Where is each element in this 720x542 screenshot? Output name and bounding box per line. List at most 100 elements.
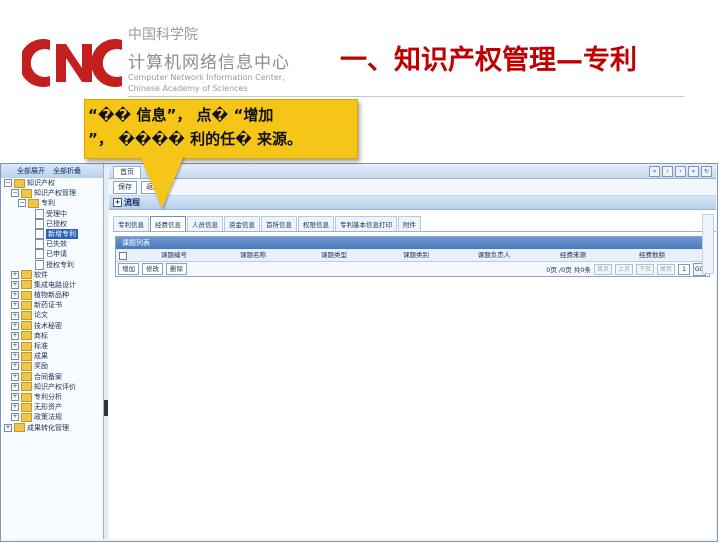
tree-item[interactable]: 受理中 xyxy=(4,208,103,219)
next-page-button[interactable]: 下页 xyxy=(635,263,654,275)
folder-icon xyxy=(14,423,25,433)
grid-column-header[interactable]: 经费数额 xyxy=(613,249,691,261)
grid-column-header[interactable]: 课题负责人 xyxy=(455,249,533,261)
section-header[interactable]: + 流程 xyxy=(109,196,716,210)
tree-item[interactable]: 授权专利 xyxy=(4,259,103,270)
tree-item[interactable]: + 商标 xyxy=(4,331,103,341)
tree-item[interactable]: + 新药证书 xyxy=(4,300,103,310)
tree-item-label: 商标 xyxy=(34,331,48,340)
prev-tab-icon[interactable]: ‹ xyxy=(662,166,673,177)
tree-item[interactable]: + 集成电路设计 xyxy=(4,280,103,290)
document-icon xyxy=(35,218,44,229)
tree-item-label: 成果转化管理 xyxy=(27,423,69,432)
tree-item[interactable]: + 无形资产 xyxy=(4,402,103,412)
tree-item[interactable]: + 植物新品种 xyxy=(4,290,103,300)
tree-item[interactable]: − 专利 xyxy=(4,198,103,208)
tree-item[interactable]: + 专利分析 xyxy=(4,392,103,402)
tree-item-label: 知识产权 xyxy=(27,179,55,187)
tree-item[interactable]: + 成果转化管理 xyxy=(4,423,103,433)
grid-column-header[interactable]: 经费来源 xyxy=(533,249,613,261)
expand-icon[interactable]: + xyxy=(11,270,19,279)
org-center-name: 计算机网络信息中心 xyxy=(128,53,290,73)
last-page-button[interactable]: 尾页 xyxy=(656,263,675,275)
subtab[interactable]: 权限信息 xyxy=(298,216,334,231)
tab-home[interactable]: 首页 xyxy=(113,166,141,178)
collapse-icon[interactable]: − xyxy=(18,199,26,208)
subtab[interactable]: 首所信息 xyxy=(261,216,297,231)
tree-item[interactable]: + 奖励 xyxy=(4,361,103,371)
tree-item[interactable]: 已失效 xyxy=(4,239,103,250)
expand-all-button[interactable]: 全部展开 xyxy=(17,164,45,178)
first-tab-icon[interactable]: « xyxy=(649,166,660,177)
folder-icon xyxy=(21,311,32,321)
tree-item[interactable]: − 知识产权管理 xyxy=(4,188,103,198)
grid-column-header[interactable]: 课题编号 xyxy=(133,249,215,261)
select-all-checkbox[interactable] xyxy=(119,252,127,260)
tree-item[interactable]: + 软件 xyxy=(4,270,103,280)
subtab[interactable]: 人员信息 xyxy=(187,216,223,231)
folder-icon xyxy=(21,372,32,382)
sidebar-splitter[interactable] xyxy=(104,164,108,539)
tree-item[interactable]: + 标准 xyxy=(4,341,103,351)
expand-icon[interactable]: + xyxy=(11,362,19,371)
tree-item[interactable]: + 知识产权评价 xyxy=(4,382,103,392)
vertical-scrollbar[interactable] xyxy=(702,214,714,274)
tree-item-label: 技术秘密 xyxy=(34,321,62,330)
expand-icon[interactable]: + xyxy=(4,423,12,432)
expand-icon[interactable]: + xyxy=(11,311,19,320)
expand-icon[interactable]: + xyxy=(11,393,19,402)
form-toolbar: 保存 返回 xyxy=(109,179,716,196)
edit-button[interactable]: 修改 xyxy=(142,263,163,275)
next-tab-icon[interactable]: › xyxy=(675,166,686,177)
expand-icon[interactable]: + xyxy=(11,280,19,289)
refresh-icon[interactable]: ↻ xyxy=(701,166,712,177)
first-page-button[interactable]: 首页 xyxy=(593,263,612,275)
tree-item[interactable]: + 论文 xyxy=(4,310,103,321)
tree-item[interactable]: − 知识产权 xyxy=(4,178,103,188)
tree-item[interactable]: 已申请 xyxy=(4,249,103,260)
grid-column-header[interactable]: 课题类别 xyxy=(377,249,455,261)
grid-column-header[interactable]: 课题名称 xyxy=(215,249,291,261)
expand-icon[interactable]: + xyxy=(11,372,19,381)
tree-item-label: 成果 xyxy=(34,352,48,361)
document-icon xyxy=(35,208,44,219)
save-button[interactable]: 保存 xyxy=(113,180,137,194)
splitter-handle[interactable] xyxy=(104,400,108,416)
tree-item[interactable]: 已授权 xyxy=(4,218,103,229)
tree-item[interactable]: 新增专利 xyxy=(4,228,103,240)
section-title: 流程 xyxy=(124,198,140,207)
delete-button[interactable]: 删除 xyxy=(166,263,187,275)
subtab[interactable]: 资金信息 xyxy=(224,216,260,231)
collapse-icon[interactable]: − xyxy=(11,189,19,198)
expand-icon[interactable]: + xyxy=(11,352,19,361)
page-number-input[interactable]: 1 xyxy=(678,263,690,275)
subtab[interactable]: 经费信息 xyxy=(150,216,186,231)
expand-icon[interactable]: + xyxy=(11,342,19,351)
grid-column-header[interactable]: 课题类型 xyxy=(291,249,377,261)
tree-item-label: 集成电路设计 xyxy=(34,280,76,289)
subtab[interactable]: 专利信息 xyxy=(113,216,149,231)
expand-icon[interactable]: + xyxy=(11,291,19,300)
expand-icon[interactable]: + xyxy=(11,413,19,422)
subtab[interactable]: 专利基本信息打印 xyxy=(335,216,397,231)
expand-icon[interactable]: + xyxy=(11,301,19,310)
expand-icon[interactable]: + xyxy=(11,403,19,412)
prev-page-button[interactable]: 上页 xyxy=(614,263,633,275)
folder-icon xyxy=(21,341,32,351)
collapse-all-button[interactable]: 全部折叠 xyxy=(53,164,81,178)
expand-icon[interactable]: + xyxy=(11,382,19,391)
tree-item[interactable]: + 技术秘密 xyxy=(4,321,103,331)
tree-item[interactable]: + 成果 xyxy=(4,351,103,361)
tree-item[interactable]: + 政策法规 xyxy=(4,412,103,422)
collapse-icon[interactable]: − xyxy=(4,179,12,188)
add-button[interactable]: 增加 xyxy=(118,263,139,275)
cnic-logo xyxy=(22,39,122,87)
main-panel: 首页 «‹ ›» ↻ 保存 返回 + 流程 专利信息 经费信息 人员信息 资金信息 首所信息… xyxy=(109,164,716,539)
last-tab-icon[interactable]: » xyxy=(688,166,699,177)
subtab[interactable]: 附件 xyxy=(398,216,421,231)
expand-icon[interactable]: + xyxy=(11,321,19,330)
sidebar: 全部展开 全部折叠 − 知识产权 − 知识产权管理 − 专利 受理中 已授权 新增专利 已失效 已申… xyxy=(1,164,104,539)
plus-icon[interactable]: + xyxy=(113,198,122,207)
expand-icon[interactable]: + xyxy=(11,331,19,340)
tree-item[interactable]: + 合同备案 xyxy=(4,372,103,382)
